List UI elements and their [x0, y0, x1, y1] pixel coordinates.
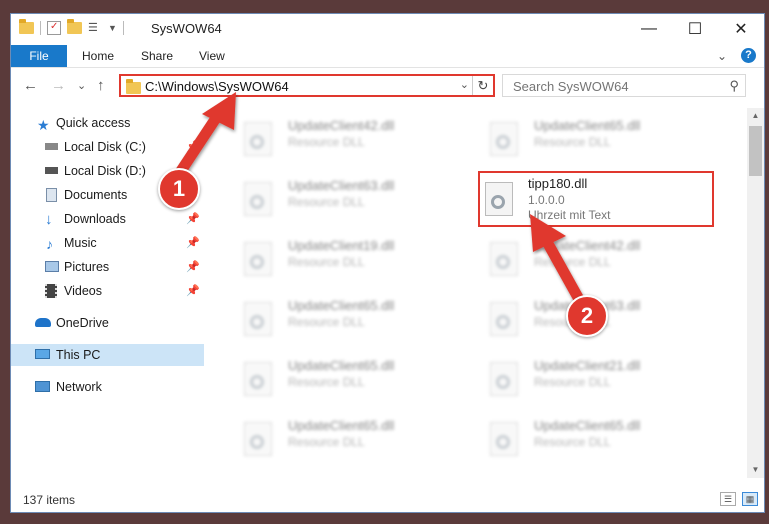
- navigation-bar: ← → ⌄ ↑ C:\Windows\SysWOW64 ⌄ ↻ ⚲: [11, 68, 764, 104]
- cloud-icon: [35, 318, 51, 327]
- list-item[interactable]: UpdateClient65.dll Resource DLL: [236, 292, 466, 344]
- ribbon-tabs: File Home Share View ⌄ ?: [11, 45, 764, 68]
- maximize-button[interactable]: ☐: [672, 14, 718, 43]
- list-item[interactable]: UpdateClient21.dll Resource DLL: [482, 352, 712, 404]
- window-title: SysWOW64: [151, 21, 222, 36]
- pin-icon: 📌: [186, 261, 200, 273]
- dll-file-icon: [244, 122, 272, 156]
- folder-icon: [19, 19, 34, 34]
- chevron-down-icon[interactable]: ▼: [108, 23, 117, 33]
- address-bar[interactable]: C:\Windows\SysWOW64 ⌄ ↻: [119, 74, 495, 97]
- title-bar: ✓ ☰ ▼ SysWOW64 — ☐ ✕: [11, 14, 764, 45]
- tab-home[interactable]: Home: [82, 45, 114, 67]
- list-item[interactable]: UpdateClient65.dll Resource DLL: [236, 352, 466, 404]
- up-button[interactable]: ↑: [97, 77, 105, 94]
- list-item[interactable]: UpdateClient42.dll Resource DLL: [482, 232, 712, 284]
- videos-icon: [45, 284, 57, 298]
- back-button[interactable]: ←: [23, 77, 38, 94]
- sidebar-item-onedrive[interactable]: OneDrive: [11, 312, 204, 334]
- music-icon: ♪: [46, 236, 53, 252]
- dll-file-icon: [490, 242, 518, 276]
- recent-locations-button[interactable]: ⌄: [77, 79, 86, 92]
- sidebar-item-network[interactable]: Network: [11, 376, 204, 398]
- close-button[interactable]: ✕: [718, 14, 764, 43]
- pin-icon: 📌: [186, 285, 200, 297]
- file-list: UpdateClient42.dll Resource DLL UpdateCl…: [216, 108, 741, 488]
- scroll-thumb[interactable]: [749, 126, 762, 176]
- search-input[interactable]: [511, 78, 715, 95]
- downloads-icon: ↓: [45, 211, 53, 228]
- tiles-view-button[interactable]: ▦: [742, 492, 758, 506]
- chevron-down-icon[interactable]: ⌄: [460, 78, 469, 91]
- documents-icon: [46, 188, 57, 202]
- scroll-up-button[interactable]: ▲: [747, 108, 764, 124]
- dll-file-icon: [244, 302, 272, 336]
- dll-file-icon: [244, 182, 272, 216]
- step-badge-2: 2: [566, 295, 608, 337]
- step-badge-1: 1: [158, 168, 200, 210]
- quick-access-toolbar: ✓ ☰ ▼: [19, 19, 124, 35]
- navigation-pane: ★ Quick access Local Disk (C:) 📌 Local D…: [11, 108, 206, 488]
- sidebar-item-videos[interactable]: Videos 📌: [11, 280, 204, 302]
- dll-file-icon: [490, 122, 518, 156]
- tab-view[interactable]: View: [199, 45, 225, 67]
- dll-file-icon: [244, 422, 272, 456]
- drive-icon: [45, 167, 58, 174]
- forward-button[interactable]: →: [51, 77, 66, 94]
- pin-icon: 📌: [186, 213, 200, 225]
- pin-icon: 📌: [186, 237, 200, 249]
- list-item[interactable]: UpdateClient65.dll Resource DLL: [236, 412, 466, 464]
- highlighted-file-tipp180[interactable]: tipp180.dll 1.0.0.0 Uhrzeit mit Text: [478, 171, 714, 227]
- tab-share[interactable]: Share: [141, 45, 173, 67]
- item-count: 137 items: [23, 493, 76, 507]
- help-icon[interactable]: ?: [741, 48, 756, 63]
- dll-file-icon: [244, 362, 272, 396]
- scroll-down-button[interactable]: ▼: [747, 462, 764, 478]
- dll-file-icon: [490, 362, 518, 396]
- address-path: C:\Windows\SysWOW64: [145, 79, 289, 94]
- drive-icon: [45, 143, 58, 150]
- list-item[interactable]: UpdateClient42.dll Resource DLL: [236, 112, 466, 164]
- folder-icon: [126, 79, 141, 94]
- sidebar-item-quick-access[interactable]: ★ Quick access: [11, 112, 204, 134]
- dll-file-icon: [485, 182, 513, 216]
- properties-icon[interactable]: ✓: [47, 21, 61, 35]
- caption-buttons: — ☐ ✕: [626, 14, 764, 43]
- search-box[interactable]: ⚲: [502, 74, 746, 97]
- tab-file[interactable]: File: [11, 45, 67, 67]
- minimize-button[interactable]: —: [626, 14, 672, 43]
- list-item[interactable]: UpdateClient19.dll Resource DLL: [236, 232, 466, 284]
- explorer-window: ✓ ☰ ▼ SysWOW64 — ☐ ✕ File Home Share Vie…: [10, 13, 765, 513]
- customize-icon[interactable]: ☰: [88, 21, 102, 35]
- pictures-icon: [45, 261, 59, 272]
- list-item[interactable]: UpdateClient65.dll Resource DLL: [482, 112, 712, 164]
- list-item[interactable]: UpdateClient63.dll Resource DLL: [236, 172, 466, 224]
- refresh-button[interactable]: ↻: [472, 76, 493, 95]
- sidebar-item-downloads[interactable]: ↓ Downloads 📌: [11, 208, 204, 230]
- vertical-scrollbar[interactable]: ▲ ▼: [747, 108, 764, 478]
- star-icon: ★: [37, 117, 50, 133]
- dll-file-icon: [490, 302, 518, 336]
- search-icon: ⚲: [729, 78, 739, 93]
- list-item[interactable]: UpdateClient65.dll Resource DLL: [482, 412, 712, 464]
- pin-icon: 📌: [186, 141, 200, 153]
- details-view-button[interactable]: ☰: [720, 492, 736, 506]
- network-icon: [35, 381, 50, 392]
- computer-icon: [35, 349, 50, 359]
- sidebar-item-local-disk-c[interactable]: Local Disk (C:) 📌: [11, 136, 204, 158]
- sidebar-item-music[interactable]: ♪ Music 📌: [11, 232, 204, 254]
- dll-file-icon: [244, 242, 272, 276]
- expand-ribbon-icon[interactable]: ⌄: [717, 49, 727, 63]
- status-bar: 137 items ☰ ▦: [11, 488, 764, 512]
- sidebar-item-pictures[interactable]: Pictures 📌: [11, 256, 204, 278]
- sidebar-item-this-pc[interactable]: This PC: [11, 344, 204, 366]
- dll-file-icon: [490, 422, 518, 456]
- new-folder-icon[interactable]: [67, 19, 82, 34]
